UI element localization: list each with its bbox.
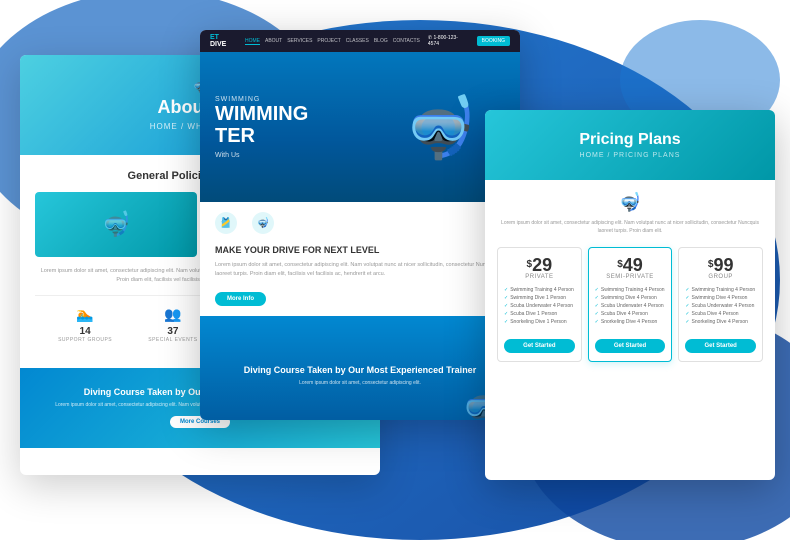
plan-price-semi: $49 <box>595 256 666 274</box>
pricing-screenshot: Pricing Plans HOME / PRICING PLANS 🤿 Lor… <box>485 110 775 480</box>
feature-group-3: Scuba Underwater 4 Person <box>685 302 756 310</box>
booking-button[interactable]: BOOKING <box>477 36 510 46</box>
more-info-button[interactable]: More Info <box>215 292 266 306</box>
plan-features-group: Swimming Training 4 Person Swimming Dive… <box>685 286 756 326</box>
feature-semi-5: Snorkeling Dive 4 Person <box>595 318 666 326</box>
feature-group-4: Scuba Dive 4 Person <box>685 310 756 318</box>
feature-group-1: Swimming Training 4 Person <box>685 286 756 294</box>
hero-text: SWIMMING WIMMINGTER With Us <box>215 96 308 159</box>
nav-home[interactable]: HOME <box>245 38 260 45</box>
icon-item-1: 🎽 <box>215 212 237 237</box>
hero-nav-links: HOME ABOUT SERVICES PROJECT CLASSES BLOG… <box>245 38 420 45</box>
stat-label-support: SUPPORT GROUPS <box>58 337 112 343</box>
hero-section-title: MAKE YOUR DRIVE FOR NEXT LEVEL <box>215 245 505 255</box>
feature-semi-3: Scuba Underwater 4 Person <box>595 302 666 310</box>
feature-semi-1: Swimming Training 4 Person <box>595 286 666 294</box>
diver-figure: 🤿 <box>403 92 478 163</box>
stat-number-support: 14 <box>58 326 112 337</box>
get-started-group[interactable]: Get Started <box>685 339 756 353</box>
dollar-sign-private: $ <box>527 260 533 270</box>
pricing-breadcrumb: HOME / PRICING PLANS <box>580 152 681 159</box>
stat-support: 🏊 14 SUPPORT GROUPS <box>58 306 112 343</box>
plan-type-private: PRIVATE <box>504 274 575 280</box>
icon-item-2: 🤿 <box>252 212 274 237</box>
feature-private-5: Snorkeling Dive 1 Person <box>504 318 575 326</box>
stat-number-events: 37 <box>148 326 197 337</box>
icon-circle-1: 🎽 <box>215 212 237 234</box>
hero-diver-section-text: Diving Course Taken by Our Most Experien… <box>244 365 476 387</box>
dollar-sign-semi: $ <box>617 260 623 270</box>
plan-type-semi: SEMI-PRIVATE <box>595 274 666 280</box>
hero-subtitle: With Us <box>215 152 308 159</box>
feature-semi-2: Swimming Dive 4 Person <box>595 294 666 302</box>
get-started-private[interactable]: Get Started <box>504 339 575 353</box>
feature-group-5: Snorkeling Dive 4 Person <box>685 318 756 326</box>
hero-content: 🎽 🤿 MAKE YOUR DRIVE FOR NEXT LEVEL Lorem… <box>200 202 520 316</box>
plan-features-semi: Swimming Training 4 Person Swimming Dive… <box>595 286 666 326</box>
nav-contacts[interactable]: CONTACTS <box>393 38 420 45</box>
hero-phone: ✆ 1-800-123-4574 <box>428 35 469 47</box>
hero-diver-section: Diving Course Taken by Our Most Experien… <box>200 316 520 420</box>
nav-classes[interactable]: CLASSES <box>346 38 369 45</box>
plan-private: $29 PRIVATE Swimming Training 4 Person S… <box>497 247 582 362</box>
nav-project[interactable]: PROJECT <box>317 38 340 45</box>
nav-services[interactable]: SERVICES <box>287 38 312 45</box>
hero-navbar: ET DIVE HOME ABOUT SERVICES PROJECT CLAS… <box>200 30 520 52</box>
stat-events: 👥 37 SPECIAL EVENTS <box>148 306 197 343</box>
pricing-icon: 🤿 <box>497 192 763 213</box>
feature-group-2: Swimming Dive 4 Person <box>685 294 756 302</box>
hero-eyebrow: SWIMMING <box>215 96 308 103</box>
support-icon: 🏊 <box>58 306 112 323</box>
pricing-desc: Lorem ipsum dolor sit amet, consectetur … <box>497 219 763 235</box>
pricing-body: 🤿 Lorem ipsum dolor sit amet, consectetu… <box>485 180 775 374</box>
hero-title: WIMMINGTER <box>215 103 308 147</box>
hero-logo: ET DIVE <box>210 34 237 48</box>
plan-features-private: Swimming Training 4 Person Swimming Dive… <box>504 286 575 326</box>
hero-diver-title: Diving Course Taken by Our Most Experien… <box>244 365 476 375</box>
hero-screenshot: ET DIVE HOME ABOUT SERVICES PROJECT CLAS… <box>200 30 520 420</box>
plan-semi-private: $49 SEMI-PRIVATE Swimming Training 4 Per… <box>588 247 673 362</box>
pricing-title: Pricing Plans <box>579 131 680 149</box>
nav-about[interactable]: ABOUT <box>265 38 282 45</box>
nav-blog[interactable]: BLOG <box>374 38 388 45</box>
hero-banner: SWIMMING WIMMINGTER With Us 🤿 <box>200 52 520 202</box>
pricing-header: Pricing Plans HOME / PRICING PLANS <box>485 110 775 180</box>
icon-circle-2: 🤿 <box>252 212 274 234</box>
diver-silhouette-1: 🤿 <box>35 192 197 257</box>
plan-price-private: $29 <box>504 256 575 274</box>
plan-group: $99 GROUP Swimming Training 4 Person Swi… <box>678 247 763 362</box>
feature-private-4: Scuba Dive 1 Person <box>504 310 575 318</box>
get-started-semi[interactable]: Get Started <box>595 339 666 353</box>
hero-icons-row: 🎽 🤿 <box>215 212 505 237</box>
feature-semi-4: Scuba Dive 4 Person <box>595 310 666 318</box>
events-icon: 👥 <box>148 306 197 323</box>
logo-accent: ET <box>210 34 219 41</box>
screenshots-container: 🤿 About Us. HOME / WHO WE ARE General Po… <box>0 0 790 540</box>
diver-image-1: 🤿 <box>35 192 197 257</box>
plan-price-group: $99 <box>685 256 756 274</box>
pricing-plans: $29 PRIVATE Swimming Training 4 Person S… <box>497 247 763 362</box>
feature-private-1: Swimming Training 4 Person <box>504 286 575 294</box>
stat-label-events: SPECIAL EVENTS <box>148 337 197 343</box>
plan-type-group: GROUP <box>685 274 756 280</box>
feature-private-2: Swimming Dive 1 Person <box>504 294 575 302</box>
dollar-sign-group: $ <box>708 260 714 270</box>
hero-diver-desc: Lorem ipsum dolor sit amet, consectetur … <box>244 379 476 387</box>
hero-section-desc: Lorem ipsum dolor sit amet, consectetur … <box>215 261 505 279</box>
feature-private-3: Scuba Underwater 4 Person <box>504 302 575 310</box>
